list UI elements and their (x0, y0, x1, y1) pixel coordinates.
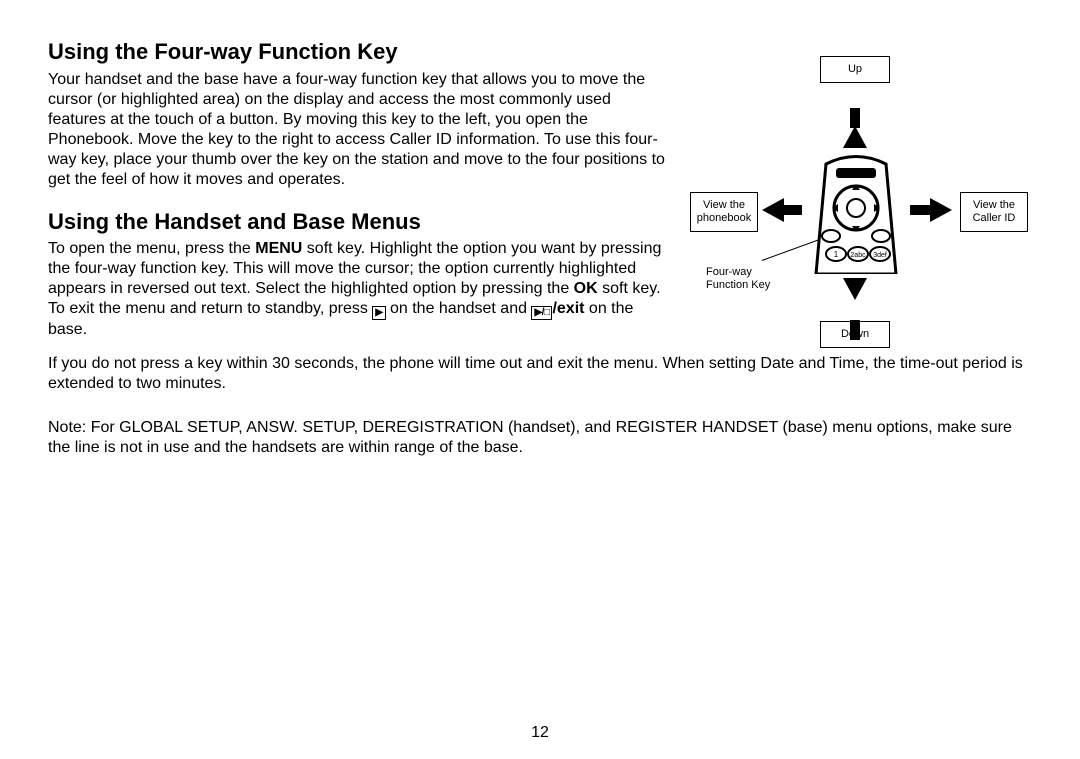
body-fourway: Your handset and the base have a four-wa… (48, 70, 668, 190)
note-text: Note: For GLOBAL SETUP, ANSW. SETUP, DER… (48, 418, 1032, 458)
svg-text:3def: 3def (873, 252, 887, 259)
handset-icon: 1 2abc 3def (796, 154, 916, 274)
fourway-diagram: Up Down View thephonebook View theCaller… (690, 56, 1050, 356)
page-number: 12 (0, 723, 1080, 743)
svg-text:1: 1 (834, 250, 839, 259)
arrow-left-icon (762, 198, 784, 222)
diagram-right-box: View theCaller ID (960, 192, 1028, 232)
fnkey-label: Four-wayFunction Key (706, 266, 770, 292)
timeout-text: If you do not press a key within 30 seco… (48, 354, 1032, 394)
body-menus: To open the menu, press the MENU soft ke… (48, 239, 668, 340)
end-call-icon: ▶ (372, 306, 385, 320)
play-stop-icon: ▶/□ (531, 306, 552, 320)
svg-text:2abc: 2abc (850, 252, 866, 259)
arrow-right-icon (930, 198, 952, 222)
diagram-up-box: Up (820, 56, 890, 83)
heading-menus: Using the Handset and Base Menus (48, 208, 668, 236)
arrow-down-icon (843, 278, 867, 300)
diagram-left-box: View thephonebook (690, 192, 758, 232)
arrow-up-icon (843, 126, 867, 148)
